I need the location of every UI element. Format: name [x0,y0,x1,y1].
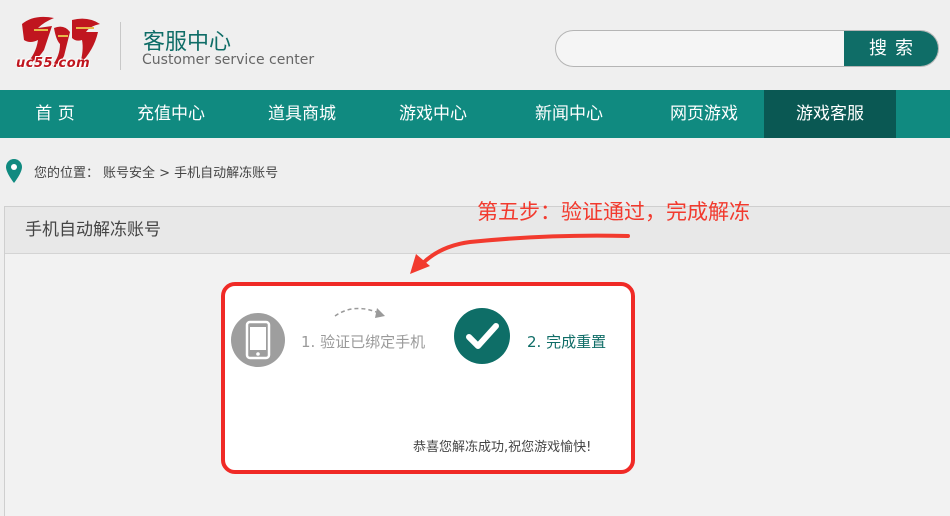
header-divider [120,22,121,70]
nav-item-news[interactable]: 新闻中心 [494,90,644,138]
header: uc55.com 客服中心 Customer service center 搜索 [0,0,950,90]
step-arrow-icon [334,307,385,318]
nav-item-webgames[interactable]: 网页游戏 [644,90,764,138]
nav-item-recharge[interactable]: 充值中心 [110,90,232,138]
success-message: 恭喜您解冻成功,祝您游戏愉快! [413,440,592,455]
main-nav: 首 页 充值中心 道具商城 游戏中心 新闻中心 网页游戏 游戏客服 [0,90,950,138]
nav-item-games[interactable]: 游戏中心 [372,90,494,138]
search-input[interactable] [556,31,846,66]
breadcrumb: 您的位置： 账号安全 > 手机自动解冻账号 [6,158,278,184]
step1-circle [231,313,285,367]
location-pin-icon [6,159,22,183]
page-subtitle: Customer service center [142,52,315,68]
step-1-label: 1. 验证已绑定手机 [301,333,426,351]
check-icon [466,323,499,349]
breadcrumb-path[interactable]: 账号安全 > 手机自动解冻账号 [103,162,278,181]
step2-circle [454,308,510,364]
nav-item-home[interactable]: 首 页 [0,90,110,138]
search-bar: 搜索 [555,30,939,67]
breadcrumb-prefix: 您的位置： [34,165,100,181]
phone-icon [245,320,271,360]
nav-item-shop[interactable]: 道具商城 [232,90,372,138]
result-box: 1. 验证已绑定手机 2. 完成重置 恭喜您解冻成功,祝您游戏愉快! [221,282,635,474]
search-button[interactable]: 搜索 [844,31,938,66]
nav-item-support[interactable]: 游戏客服 [764,90,896,138]
logo-text: uc55.com [16,56,91,71]
step-2-label: 2. 完成重置 [527,333,607,351]
annotation-arrow-icon [410,233,630,274]
annotation-text: 第五步：验证通过，完成解冻 [477,200,750,224]
